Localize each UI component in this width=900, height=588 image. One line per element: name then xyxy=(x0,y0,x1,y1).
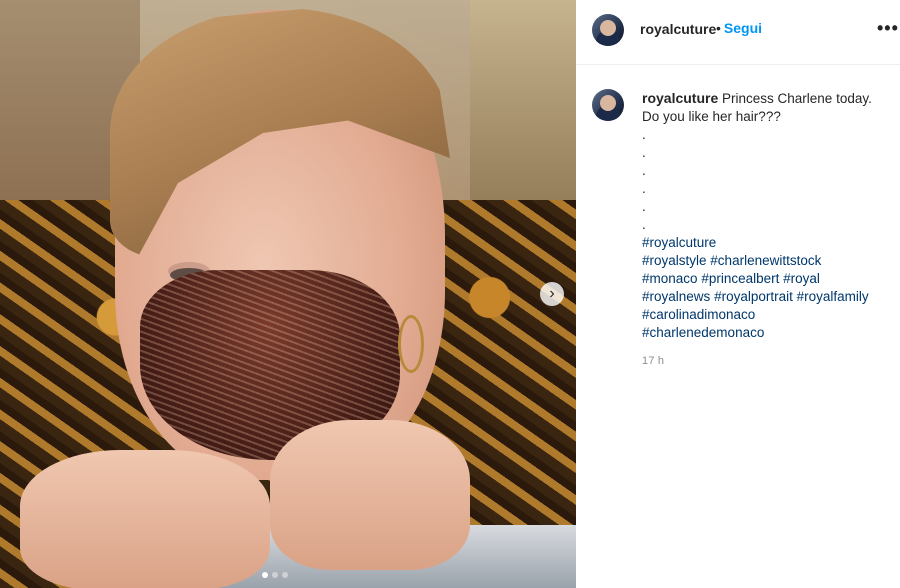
photo-hand xyxy=(20,450,270,588)
carousel-dot xyxy=(282,572,288,578)
post-header: royalcuture • Segui ••• xyxy=(576,0,900,65)
caption-dot-line: . xyxy=(642,217,646,232)
carousel-indicator xyxy=(262,572,288,578)
post-side-panel: royalcuture • Segui ••• royalcuture Princ… xyxy=(576,0,900,588)
follow-label: Segui xyxy=(723,20,763,36)
hashtag-list: #royalcuture #royalstyle #charlenewittsto… xyxy=(642,234,892,342)
caption-dot-line: . xyxy=(642,199,646,214)
caption-avatar[interactable] xyxy=(592,89,624,121)
follow-button[interactable]: • Segui xyxy=(716,20,762,36)
photo-earring xyxy=(398,315,424,373)
hashtag-link[interactable]: #charlenewittstock xyxy=(710,253,821,268)
chevron-right-icon: › xyxy=(549,285,555,302)
header-username[interactable]: royalcuture xyxy=(640,21,716,37)
caption-dot-line: . xyxy=(642,163,646,178)
hashtag-link[interactable]: #royalcuture xyxy=(642,235,716,250)
hashtag-link[interactable]: #charlenedemonaco xyxy=(642,325,764,340)
caption-text: Do you like her hair??? xyxy=(642,109,781,124)
hashtag-link[interactable]: #royalportrait xyxy=(714,289,793,304)
photo-background xyxy=(470,0,576,230)
hashtag-line: #charlenedemonaco xyxy=(642,324,892,342)
instagram-post: › royalcuture • Segui ••• royalcuture Pri… xyxy=(0,0,900,588)
carousel-dot xyxy=(272,572,278,578)
hashtag-link[interactable]: #carolinadimonaco xyxy=(642,307,755,322)
caption-dots: ...... xyxy=(642,126,892,234)
avatar[interactable] xyxy=(592,14,624,46)
more-options-icon[interactable]: ••• xyxy=(877,18,899,39)
hashtag-line: #carolinadimonaco xyxy=(642,306,892,324)
post-photo[interactable]: › xyxy=(0,0,576,588)
photo-hand xyxy=(270,420,470,570)
caption-dot-line: . xyxy=(642,127,646,142)
hashtag-link[interactable]: #princealbert xyxy=(701,271,779,286)
hashtag-link[interactable]: #royalnews xyxy=(642,289,710,304)
hashtag-line: #monaco #princealbert #royal xyxy=(642,270,892,288)
caption-text: Princess Charlene today. xyxy=(722,91,872,106)
hashtag-link[interactable]: #royalfamily xyxy=(797,289,869,304)
separator-dot: • xyxy=(716,20,721,36)
post-timestamp[interactable]: 17 h xyxy=(642,355,664,367)
hashtag-link[interactable]: #royal xyxy=(783,271,820,286)
hashtag-line: #royalstyle #charlenewittstock xyxy=(642,252,892,270)
carousel-next-button[interactable]: › xyxy=(540,282,564,306)
hashtag-line: #royalcuture xyxy=(642,234,892,252)
caption-dot-line: . xyxy=(642,145,646,160)
hashtag-link[interactable]: #royalstyle xyxy=(642,253,707,268)
hashtag-link[interactable]: #monaco xyxy=(642,271,698,286)
carousel-dot xyxy=(262,572,268,578)
caption-username[interactable]: royalcuture xyxy=(642,90,718,106)
caption-dot-line: . xyxy=(642,181,646,196)
hashtag-line: #royalnews #royalportrait #royalfamily xyxy=(642,288,892,306)
post-caption: royalcuture Princess Charlene today. Do … xyxy=(642,89,892,342)
